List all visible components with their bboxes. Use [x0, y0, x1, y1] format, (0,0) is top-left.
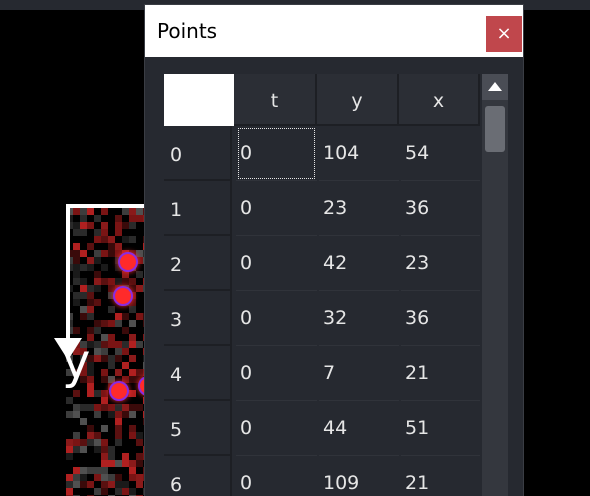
row-header[interactable]: 5 [164, 401, 232, 456]
table-cell-t[interactable]: 0 [236, 291, 317, 346]
table-cell-y[interactable]: 23 [319, 181, 399, 236]
table-row: 1 0 23 36 [164, 181, 480, 236]
row-header[interactable]: 6 [164, 456, 232, 496]
axis-y-line [66, 204, 70, 344]
row-header[interactable]: 0 [164, 126, 232, 181]
table-cell-x[interactable]: 23 [401, 236, 480, 291]
column-header-x[interactable]: x [399, 74, 480, 126]
row-header[interactable]: 3 [164, 291, 232, 346]
scroll-up-arrow-icon[interactable] [482, 74, 508, 100]
table-row: 5 0 44 51 [164, 401, 480, 456]
table-cell-x[interactable]: 36 [401, 181, 480, 236]
row-header[interactable]: 1 [164, 181, 232, 236]
column-header-t[interactable]: t [234, 74, 317, 126]
point-marker[interactable] [113, 286, 133, 306]
table-cell-t[interactable]: 0 [236, 236, 317, 291]
table-row: 0 0 104 54 [164, 126, 480, 181]
dialog-title: Points [157, 19, 218, 43]
point-marker[interactable] [118, 252, 138, 272]
table-cell-t[interactable]: 0 [236, 456, 317, 496]
table-row: 4 0 7 21 [164, 346, 480, 401]
table-cell-y[interactable]: 7 [319, 346, 399, 401]
scroll-thumb[interactable] [485, 106, 505, 152]
table-cell-t[interactable]: 0 [236, 126, 317, 181]
points-table: t y x 0 0 104 54 1 0 23 36 2 0 42 23 3 0 32 36 4 0 7 21 5 0 44 51 6… [164, 74, 480, 496]
row-header[interactable]: 2 [164, 236, 232, 291]
table-cell-x[interactable]: 21 [401, 346, 480, 401]
points-dialog: Points × t y x 0 0 104 54 1 0 23 36 2 0 42 23 3 0 32 36 4 0 7… [145, 5, 523, 496]
table-cell-x[interactable]: 54 [401, 126, 480, 181]
table-row: 3 0 32 36 [164, 291, 480, 346]
table-cell-y[interactable]: 109 [319, 456, 399, 496]
table-cell-x[interactable]: 51 [401, 401, 480, 456]
table-cell-t[interactable]: 0 [236, 346, 317, 401]
vertical-scrollbar[interactable] [482, 74, 508, 496]
table-corner-button[interactable] [164, 74, 234, 126]
point-marker[interactable] [109, 381, 129, 401]
table-cell-y[interactable]: 44 [319, 401, 399, 456]
table-cell-y[interactable]: 104 [319, 126, 399, 181]
table-row: 6 0 109 21 [164, 456, 480, 496]
table-cell-x[interactable]: 21 [401, 456, 480, 496]
table-cell-y[interactable]: 42 [319, 236, 399, 291]
column-header-y[interactable]: y [317, 74, 399, 126]
table-cell-t[interactable]: 0 [236, 181, 317, 236]
table-cell-x[interactable]: 36 [401, 291, 480, 346]
close-button[interactable]: × [486, 16, 522, 52]
table-row: 2 0 42 23 [164, 236, 480, 291]
axis-label-y: y [62, 334, 91, 390]
table-cell-y[interactable]: 32 [319, 291, 399, 346]
dialog-titlebar[interactable]: Points × [145, 5, 523, 57]
row-header[interactable]: 4 [164, 346, 232, 401]
table-cell-t[interactable]: 0 [236, 401, 317, 456]
